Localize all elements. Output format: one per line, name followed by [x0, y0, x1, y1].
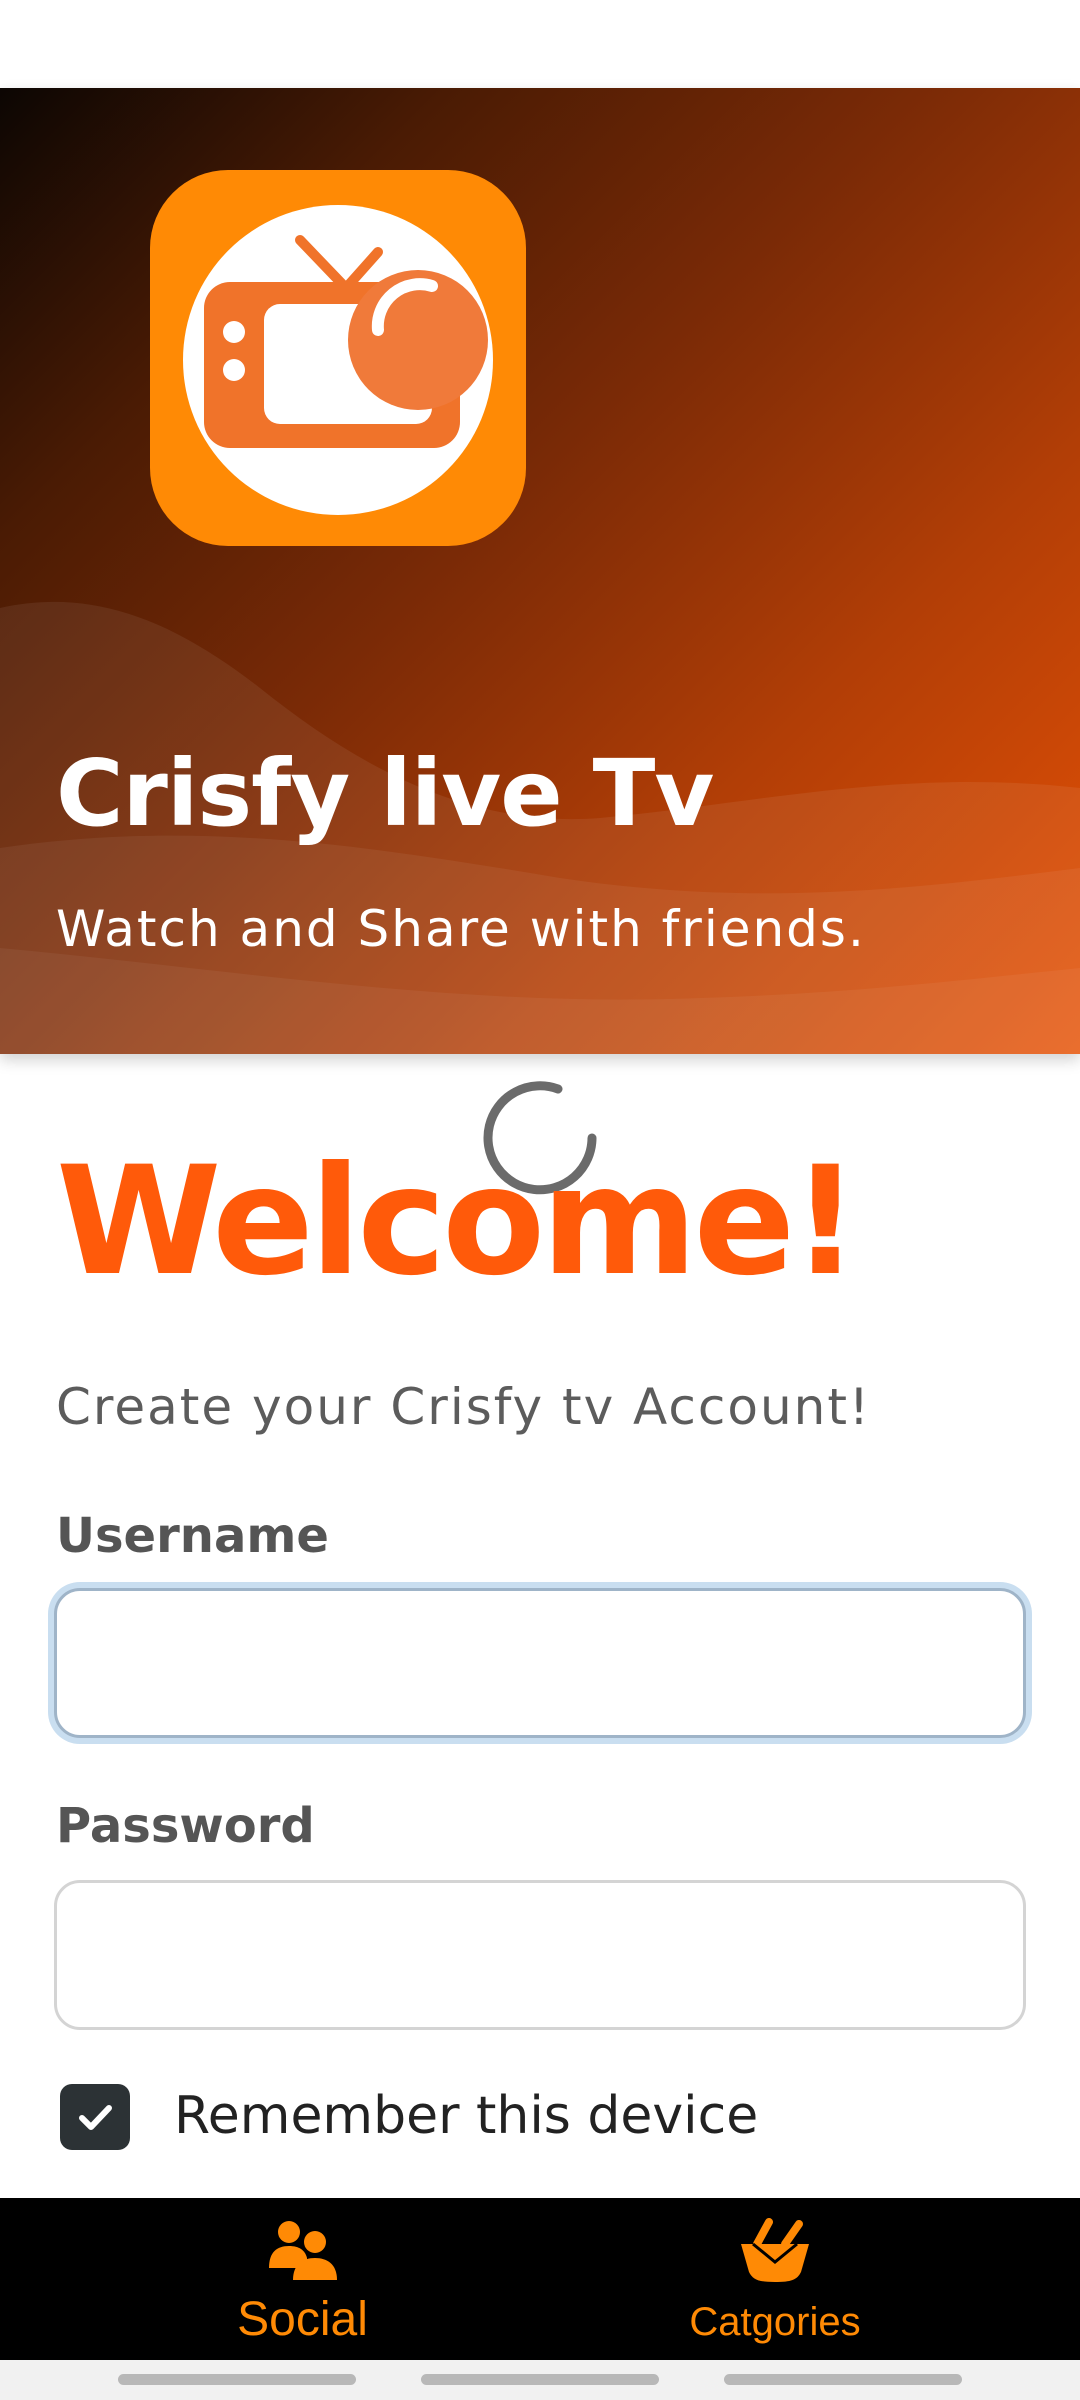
system-nav-pill[interactable] [421, 2374, 659, 2385]
welcome-heading: Welcome! [56, 1135, 860, 1309]
basket-icon [741, 2218, 809, 2282]
remember-label: Remember this device [174, 2086, 759, 2146]
username-label: Username [56, 1508, 329, 1564]
system-nav-pill[interactable] [118, 2374, 356, 2385]
app-logo [150, 170, 526, 546]
system-nav-pill[interactable] [724, 2374, 962, 2385]
checkmark-icon [79, 2105, 112, 2130]
nav-label-categories: Catgories [689, 2300, 861, 2344]
password-label: Password [56, 1798, 315, 1854]
status-bar [0, 0, 1080, 88]
nav-item-categories[interactable]: Catgories [600, 2198, 950, 2360]
nav-label-social: Social [237, 2293, 368, 2346]
nav-item-social[interactable]: Social [130, 2198, 475, 2360]
users-icon [268, 2221, 337, 2280]
app-root: Crisfy live Tv Watch and Share with frie… [0, 0, 1080, 2400]
remember-device-row[interactable]: Remember this device [60, 2082, 960, 2152]
bottom-navigation: Social Catgories [0, 2198, 1080, 2360]
hero-banner: Crisfy live Tv Watch and Share with frie… [0, 88, 1080, 1054]
app-subtitle: Watch and Share with friends. [56, 900, 866, 958]
app-title: Crisfy live Tv [56, 740, 714, 847]
password-input[interactable] [54, 1880, 1026, 2030]
system-navigation-bar [0, 2360, 1080, 2400]
welcome-subheading: Create your Crisfy tv Account! [56, 1378, 871, 1436]
username-input[interactable] [54, 1588, 1026, 1738]
tv-logo-icon [183, 205, 493, 515]
remember-checkbox[interactable] [60, 2084, 130, 2150]
